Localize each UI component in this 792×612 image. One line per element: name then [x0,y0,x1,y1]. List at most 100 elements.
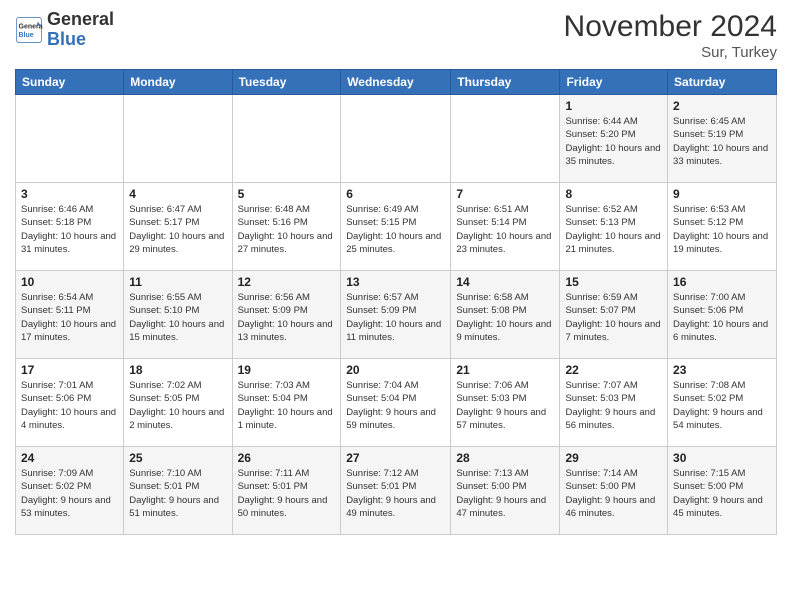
day-number: 25 [129,451,226,465]
day-info: Sunrise: 7:14 AM Sunset: 5:00 PM Dayligh… [565,467,662,520]
week-row-1: 1 Sunrise: 6:44 AM Sunset: 5:20 PM Daylig… [16,95,777,183]
page: General Blue GeneralBlue November 2024 S… [0,0,792,612]
day-cell-1-5: 8 Sunrise: 6:52 AM Sunset: 5:13 PM Daylig… [560,183,668,271]
month-title: November 2024 [564,10,777,44]
day-number: 1 [565,99,662,113]
col-wednesday: Wednesday [341,70,451,95]
day-info: Sunrise: 6:44 AM Sunset: 5:20 PM Dayligh… [565,115,662,168]
day-cell-4-2: 26Sunrise: 7:11 AM Sunset: 5:01 PM Dayli… [232,447,341,535]
day-number: 9 [673,187,771,201]
day-cell-4-6: 30 Sunrise: 7:15 AM Sunset: 5:00 PM Dayli… [668,447,777,535]
day-info: Sunrise: 6:55 AM Sunset: 5:10 PM Dayligh… [129,291,226,344]
svg-text:Blue: Blue [19,32,34,39]
day-number: 16 [673,275,771,289]
day-cell-2-5: 15Sunrise: 6:59 AM Sunset: 5:07 PM Dayli… [560,271,668,359]
calendar-table: Sunday Monday Tuesday Wednesday Thursday… [15,69,777,535]
logo-icon: General Blue [15,16,43,44]
day-number: 2 [673,99,771,113]
day-info: Sunrise: 6:45 AM Sunset: 5:19 PM Dayligh… [673,115,771,168]
day-info: Sunrise: 7:10 AM Sunset: 5:01 PM Dayligh… [129,467,226,520]
day-info: Sunrise: 7:06 AM Sunset: 5:03 PM Dayligh… [456,379,554,432]
day-cell-3-3: 20 Sunrise: 7:04 AM Sunset: 5:04 PM Dayli… [341,359,451,447]
day-number: 7 [456,187,554,201]
day-info: Sunrise: 6:49 AM Sunset: 5:15 PM Dayligh… [346,203,445,256]
day-info: Sunrise: 7:02 AM Sunset: 5:05 PM Dayligh… [129,379,226,432]
day-info: Sunrise: 7:13 AM Sunset: 5:00 PM Dayligh… [456,467,554,520]
day-cell-0-2 [232,95,341,183]
week-row-2: 3Sunrise: 6:46 AM Sunset: 5:18 PM Daylig… [16,183,777,271]
col-friday: Friday [560,70,668,95]
day-info: Sunrise: 6:46 AM Sunset: 5:18 PM Dayligh… [21,203,118,256]
day-cell-3-5: 22 Sunrise: 7:07 AM Sunset: 5:03 PM Dayli… [560,359,668,447]
day-info: Sunrise: 7:00 AM Sunset: 5:06 PM Dayligh… [673,291,771,344]
day-number: 18 [129,363,226,377]
day-number: 23 [673,363,771,377]
day-number: 24 [21,451,118,465]
day-info: Sunrise: 7:11 AM Sunset: 5:01 PM Dayligh… [238,467,336,520]
day-cell-4-0: 24Sunrise: 7:09 AM Sunset: 5:02 PM Dayli… [16,447,124,535]
day-cell-4-4: 28 Sunrise: 7:13 AM Sunset: 5:00 PM Dayli… [451,447,560,535]
day-cell-4-3: 27Sunrise: 7:12 AM Sunset: 5:01 PM Dayli… [341,447,451,535]
day-info: Sunrise: 6:53 AM Sunset: 5:12 PM Dayligh… [673,203,771,256]
day-cell-2-2: 12 Sunrise: 6:56 AM Sunset: 5:09 PM Dayli… [232,271,341,359]
day-info: Sunrise: 6:51 AM Sunset: 5:14 PM Dayligh… [456,203,554,256]
day-cell-2-1: 11Sunrise: 6:55 AM Sunset: 5:10 PM Dayli… [124,271,232,359]
day-info: Sunrise: 7:04 AM Sunset: 5:04 PM Dayligh… [346,379,445,432]
day-cell-3-1: 18 Sunrise: 7:02 AM Sunset: 5:05 PM Dayli… [124,359,232,447]
day-number: 19 [238,363,336,377]
day-number: 30 [673,451,771,465]
day-cell-2-6: 16 Sunrise: 7:00 AM Sunset: 5:06 PM Dayli… [668,271,777,359]
day-number: 4 [129,187,226,201]
day-cell-0-6: 2 Sunrise: 6:45 AM Sunset: 5:19 PM Daylig… [668,95,777,183]
day-cell-2-0: 10 Sunrise: 6:54 AM Sunset: 5:11 PM Dayli… [16,271,124,359]
week-row-5: 24Sunrise: 7:09 AM Sunset: 5:02 PM Dayli… [16,447,777,535]
day-number: 17 [21,363,118,377]
day-number: 27 [346,451,445,465]
day-info: Sunrise: 7:15 AM Sunset: 5:00 PM Dayligh… [673,467,771,520]
day-number: 28 [456,451,554,465]
day-number: 22 [565,363,662,377]
day-cell-0-4 [451,95,560,183]
day-cell-4-1: 25 Sunrise: 7:10 AM Sunset: 5:01 PM Dayli… [124,447,232,535]
day-info: Sunrise: 6:54 AM Sunset: 5:11 PM Dayligh… [21,291,118,344]
day-cell-3-6: 23Sunrise: 7:08 AM Sunset: 5:02 PM Dayli… [668,359,777,447]
day-info: Sunrise: 6:57 AM Sunset: 5:09 PM Dayligh… [346,291,445,344]
week-row-4: 17 Sunrise: 7:01 AM Sunset: 5:06 PM Dayli… [16,359,777,447]
day-cell-3-4: 21Sunrise: 7:06 AM Sunset: 5:03 PM Dayli… [451,359,560,447]
day-info: Sunrise: 6:48 AM Sunset: 5:16 PM Dayligh… [238,203,336,256]
col-tuesday: Tuesday [232,70,341,95]
day-number: 14 [456,275,554,289]
col-thursday: Thursday [451,70,560,95]
day-cell-0-1 [124,95,232,183]
week-row-3: 10 Sunrise: 6:54 AM Sunset: 5:11 PM Dayli… [16,271,777,359]
day-cell-1-2: 5 Sunrise: 6:48 AM Sunset: 5:16 PM Daylig… [232,183,341,271]
day-cell-1-4: 7 Sunrise: 6:51 AM Sunset: 5:14 PM Daylig… [451,183,560,271]
day-cell-4-5: 29 Sunrise: 7:14 AM Sunset: 5:00 PM Dayli… [560,447,668,535]
day-cell-0-5: 1 Sunrise: 6:44 AM Sunset: 5:20 PM Daylig… [560,95,668,183]
col-monday: Monday [124,70,232,95]
day-number: 12 [238,275,336,289]
col-saturday: Saturday [668,70,777,95]
day-cell-0-3 [341,95,451,183]
day-number: 20 [346,363,445,377]
day-info: Sunrise: 6:59 AM Sunset: 5:07 PM Dayligh… [565,291,662,344]
day-info: Sunrise: 6:58 AM Sunset: 5:08 PM Dayligh… [456,291,554,344]
day-cell-2-4: 14 Sunrise: 6:58 AM Sunset: 5:08 PM Dayli… [451,271,560,359]
day-info: Sunrise: 6:56 AM Sunset: 5:09 PM Dayligh… [238,291,336,344]
day-cell-2-3: 13 Sunrise: 6:57 AM Sunset: 5:09 PM Dayli… [341,271,451,359]
day-info: Sunrise: 7:07 AM Sunset: 5:03 PM Dayligh… [565,379,662,432]
day-number: 13 [346,275,445,289]
day-info: Sunrise: 7:01 AM Sunset: 5:06 PM Dayligh… [21,379,118,432]
day-number: 29 [565,451,662,465]
day-info: Sunrise: 7:03 AM Sunset: 5:04 PM Dayligh… [238,379,336,432]
day-info: Sunrise: 6:52 AM Sunset: 5:13 PM Dayligh… [565,203,662,256]
day-number: 5 [238,187,336,201]
day-cell-3-2: 19 Sunrise: 7:03 AM Sunset: 5:04 PM Dayli… [232,359,341,447]
col-sunday: Sunday [16,70,124,95]
day-number: 10 [21,275,118,289]
day-number: 8 [565,187,662,201]
day-cell-3-0: 17 Sunrise: 7:01 AM Sunset: 5:06 PM Dayli… [16,359,124,447]
location: Sur, Turkey [564,44,777,61]
calendar-header-row: Sunday Monday Tuesday Wednesday Thursday… [16,70,777,95]
day-cell-0-0 [16,95,124,183]
